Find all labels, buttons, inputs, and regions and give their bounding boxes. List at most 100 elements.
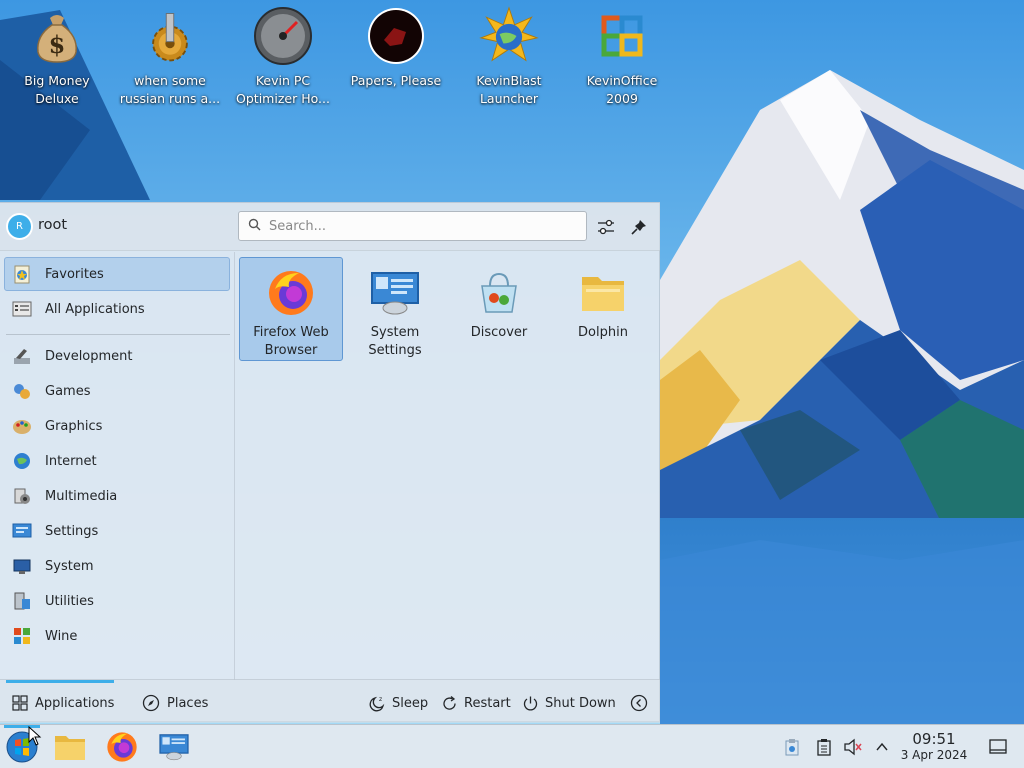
restart-label: Restart: [464, 695, 511, 711]
restart-button[interactable]: Restart: [441, 692, 511, 714]
app-dolphin[interactable]: Dolphin: [551, 257, 655, 361]
desktop-icon-label: Big Money: [24, 73, 90, 88]
sidebar-item-utilities[interactable]: Utilities: [4, 584, 230, 618]
sidebar-item-label: Games: [45, 383, 91, 399]
active-tab-indicator: [6, 680, 114, 683]
compass-icon: [142, 694, 160, 712]
sidebar-item-label: Multimedia: [45, 488, 118, 504]
sidebar-item-system[interactable]: System: [4, 549, 230, 583]
desktop-icon-label: 2009: [606, 91, 638, 106]
desktop-icon-kevin-pc-optimizer[interactable]: Kevin PC Optimizer Ho...: [231, 6, 335, 108]
desktop-icon-label: russian runs a...: [119, 91, 221, 106]
chevron-left-icon: [630, 694, 648, 712]
launcher-header: R root: [0, 203, 660, 251]
tab-label: Applications: [35, 695, 115, 711]
firefox-icon: [266, 268, 316, 318]
launcher-footer: Applications Places z Sleep Restart Shut…: [0, 679, 660, 723]
pin-button[interactable]: [627, 215, 651, 239]
clipboard-icon: [785, 739, 799, 756]
sidebar-item-label: All Applications: [45, 301, 145, 317]
sleep-label: Sleep: [392, 695, 429, 711]
file-manager-icon: [55, 736, 85, 760]
restart-icon: [443, 695, 456, 710]
desktop-icon-papers-please[interactable]: Papers, Please: [344, 6, 448, 90]
avatar[interactable]: R: [6, 213, 33, 240]
discover-icon: [474, 268, 524, 318]
user-name: root: [38, 217, 68, 233]
desktop-icon-label: Launcher: [479, 91, 539, 106]
desktop-icon-big-money-deluxe[interactable]: $ Big Money Deluxe: [5, 6, 109, 108]
search-field[interactable]: [238, 211, 587, 241]
desktop-icon-label: Papers, Please: [350, 73, 442, 88]
wine-icon: [11, 625, 33, 647]
development-icon: [11, 345, 33, 367]
clock-date: 3 Apr 2024: [900, 748, 968, 762]
tab-label: Places: [167, 695, 209, 711]
taskbar: 09:51 3 Apr 2024: [0, 724, 1024, 768]
all-applications-icon: [11, 298, 33, 320]
app-label: Dolphin: [578, 325, 628, 340]
firefox-icon: [107, 732, 137, 762]
gear-icon: [140, 6, 200, 66]
sliders-icon: [598, 219, 614, 235]
office-logo-icon: [592, 6, 652, 66]
system-settings-icon: [159, 734, 189, 761]
application-launcher: R root Favorites: [0, 202, 660, 723]
globe-star-icon: [479, 6, 539, 66]
sidebar-item-favorites[interactable]: Favorites: [4, 257, 230, 291]
sidebar-item-games[interactable]: Games: [4, 374, 230, 408]
tray-volume[interactable]: [843, 737, 863, 757]
clock-time: 09:51: [912, 730, 956, 748]
chevron-up-icon: [876, 742, 888, 751]
shutdown-button[interactable]: Shut Down: [522, 692, 616, 714]
system-icon: [11, 555, 33, 577]
taskbar-file-manager[interactable]: [52, 729, 88, 765]
app-label: Browser: [264, 343, 318, 358]
desktop-icon-russian[interactable]: when some russian runs a...: [118, 6, 222, 108]
sidebar-item-label: Utilities: [45, 593, 94, 609]
system-settings-icon: [370, 268, 420, 318]
desktop-icon-kevinblast[interactable]: KevinBlast Launcher: [457, 6, 561, 108]
more-power-options-button[interactable]: [630, 692, 648, 714]
grid-icon: [12, 695, 28, 711]
tray-clipboard[interactable]: [782, 737, 802, 757]
svg-text:z: z: [379, 696, 382, 703]
digital-clock[interactable]: 09:51 3 Apr 2024: [896, 730, 972, 763]
power-icon: [523, 696, 538, 710]
svg-text:$: $: [49, 30, 66, 59]
utilities-icon: [11, 590, 33, 612]
configure-button[interactable]: [594, 215, 618, 239]
desktop-icon-kevinoffice[interactable]: KevinOffice 2009: [570, 6, 674, 108]
search-input[interactable]: [269, 218, 569, 234]
app-discover[interactable]: Discover: [447, 257, 551, 361]
desktop-icon-label: Kevin PC: [255, 73, 311, 88]
mouse-cursor-icon: [28, 726, 42, 746]
app-firefox[interactable]: Firefox Web Browser: [239, 257, 343, 361]
favorites-icon: [11, 263, 33, 285]
speedometer-icon: [253, 6, 313, 66]
sleep-button[interactable]: z Sleep: [369, 692, 428, 714]
tab-places[interactable]: Places: [142, 692, 208, 714]
taskbar-firefox[interactable]: [104, 729, 140, 765]
tray-expand-button[interactable]: [872, 737, 892, 757]
sidebar-item-label: Graphics: [45, 418, 103, 434]
sidebar-item-settings[interactable]: Settings: [4, 514, 230, 548]
sidebar-item-all-applications[interactable]: All Applications: [4, 292, 230, 326]
sidebar-item-wine[interactable]: Wine: [4, 619, 230, 653]
desktop-icon-label: KevinOffice: [586, 73, 658, 88]
notes-icon: [817, 739, 831, 756]
graphics-icon: [11, 415, 33, 437]
show-desktop-button[interactable]: [988, 737, 1008, 757]
taskbar-system-settings[interactable]: [156, 729, 192, 765]
tab-applications[interactable]: Applications: [12, 692, 114, 714]
tray-notes[interactable]: [814, 737, 834, 757]
dolphin-folder-icon: [578, 268, 628, 318]
sidebar-item-internet[interactable]: Internet: [4, 444, 230, 478]
sidebar-item-multimedia[interactable]: Multimedia: [4, 479, 230, 513]
money-bag-icon: $: [27, 6, 87, 66]
app-system-settings[interactable]: System Settings: [343, 257, 447, 361]
sidebar-item-label: Settings: [45, 523, 99, 539]
sidebar-item-development[interactable]: Development: [4, 339, 230, 373]
sidebar-item-graphics[interactable]: Graphics: [4, 409, 230, 443]
show-desktop-icon: [989, 739, 1007, 754]
